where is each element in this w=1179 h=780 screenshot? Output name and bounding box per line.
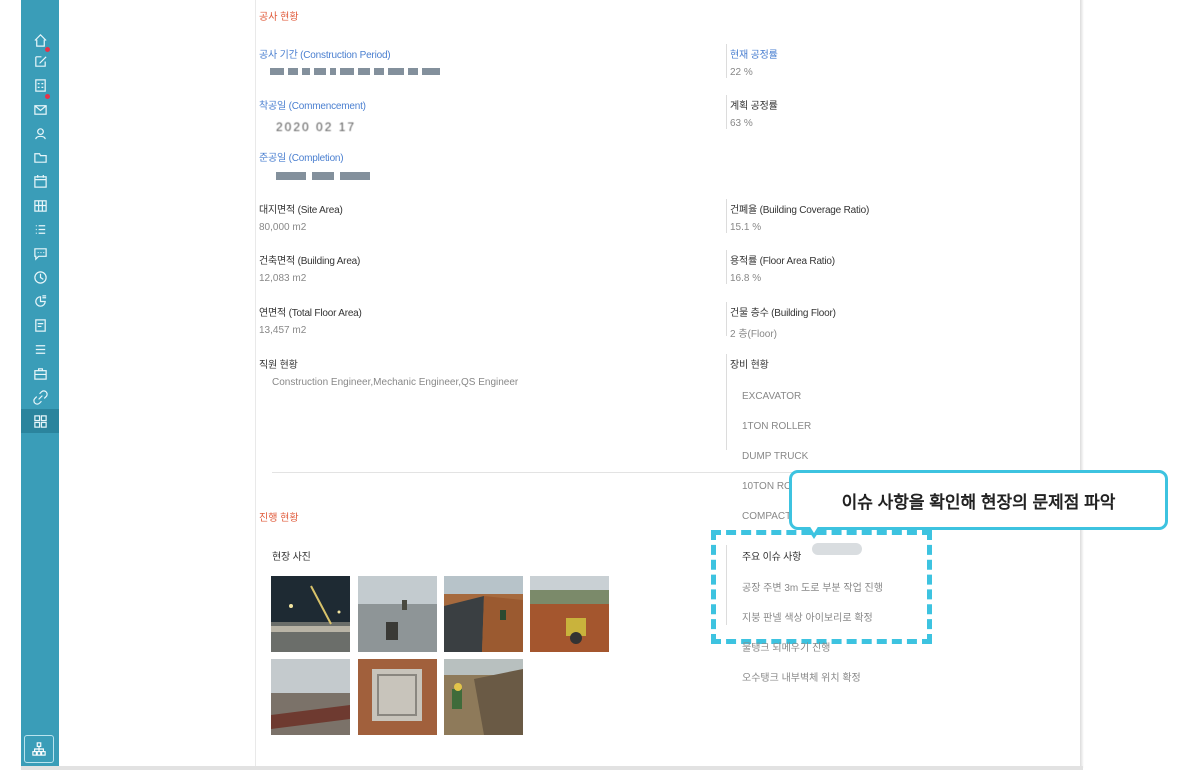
callout-tail [809, 525, 819, 533]
sidebar [21, 0, 59, 768]
column-divider [726, 354, 727, 450]
clock-icon[interactable] [21, 267, 59, 287]
staff-label: 직원 현황 [259, 360, 298, 371]
site-area-value: 80,000 m2 [259, 222, 307, 233]
progress-status-title: 진행 현황 [259, 513, 299, 524]
briefcase-icon[interactable] [21, 363, 59, 383]
coverage-value: 15.1 % [730, 222, 762, 233]
site-photo[interactable] [271, 659, 350, 735]
building-area-label: 건축면적 (Building Area) [259, 256, 361, 267]
blurred-badge [812, 543, 862, 555]
org-chart-icon[interactable] [24, 735, 54, 763]
panel-divider [255, 0, 256, 768]
site-photos-label: 현장 사진 [272, 552, 311, 563]
main-panel [59, 0, 1080, 768]
equipment-label: 장비 현황 [730, 360, 769, 371]
planned-progress-value: 63 % [730, 118, 753, 129]
column-divider [726, 302, 727, 336]
current-progress-label: 현재 공정률 [730, 50, 778, 61]
equipment-item: DUMP TRUCK [742, 451, 809, 462]
panel-shadow [1080, 0, 1084, 768]
site-photo[interactable] [358, 659, 437, 735]
column-divider [726, 545, 727, 625]
blurred-value [270, 68, 440, 75]
site-photo[interactable] [530, 576, 609, 652]
issue-item: 지붕 판넬 색상 아이보리로 확정 [742, 613, 873, 624]
grid-calendar-icon[interactable] [21, 195, 59, 215]
building-area-value: 12,083 m2 [259, 273, 307, 284]
edit-icon[interactable] [21, 51, 59, 71]
coverage-label: 건폐율 (Building Coverage Ratio) [730, 205, 870, 216]
total-floor-value: 13,457 m2 [259, 325, 307, 336]
floors-label: 건물 층수 (Building Floor) [730, 308, 836, 319]
blurred-value [276, 172, 370, 180]
equipment-item: 1TON ROLLER [742, 421, 812, 432]
link-icon[interactable] [21, 387, 59, 407]
notification-dot [45, 94, 50, 99]
completion-label: 준공일 (Completion) [259, 153, 344, 164]
dashboard-icon[interactable] [21, 409, 59, 433]
callout-text: 이슈 사항을 확인해 현장의 문제점 파악 [841, 492, 1116, 512]
column-divider [726, 199, 727, 233]
planned-progress-label: 계획 공정률 [730, 101, 778, 112]
notification-dot [45, 47, 50, 52]
stack-icon[interactable] [21, 339, 59, 359]
staff-value: Construction Engineer,Mechanic Engineer,… [272, 377, 519, 388]
period-label: 공사 기간 (Construction Period) [259, 50, 391, 61]
list-icon[interactable] [21, 219, 59, 239]
chart-icon[interactable] [21, 291, 59, 311]
equipment-item: EXCAVATOR [742, 391, 802, 402]
site-area-label: 대지면적 (Site Area) [259, 205, 343, 216]
construction-status-title: 공사 현황 [259, 12, 299, 23]
commencement-value: 2020 02 17 [276, 120, 357, 134]
issues-list: 공장 주변 3m 도로 부분 작업 진행 지붕 판넬 색상 아이보리로 확정 물… [742, 566, 883, 701]
issue-item: 물탱크 되메우기 진행 [742, 643, 831, 654]
issue-item: 오수탱크 내부벽체 위치 확정 [742, 673, 861, 684]
mail-icon[interactable] [21, 99, 59, 119]
floors-value: 2 층(Floor) [730, 329, 777, 340]
user-icon[interactable] [21, 123, 59, 143]
column-divider [726, 44, 727, 78]
current-progress-value: 22 % [730, 67, 753, 78]
site-photo[interactable] [444, 576, 523, 652]
home-icon[interactable] [21, 30, 59, 50]
site-photo[interactable] [444, 659, 523, 735]
column-divider [726, 250, 727, 284]
site-photo[interactable] [358, 576, 437, 652]
column-divider [726, 95, 727, 129]
list-card-icon[interactable] [21, 75, 59, 95]
far-value: 16.8 % [730, 273, 762, 284]
issues-label: 주요 이슈 사항 [742, 552, 802, 563]
chat-icon[interactable] [21, 243, 59, 263]
callout-bubble: 이슈 사항을 확인해 현장의 문제점 파악 [789, 470, 1168, 530]
far-label: 용적률 (Floor Area Ratio) [730, 256, 835, 267]
calendar-icon[interactable] [21, 171, 59, 191]
document-icon[interactable] [21, 315, 59, 335]
commencement-label: 착공일 (Commencement) [259, 101, 366, 112]
issue-item: 공장 주변 3m 도로 부분 작업 진행 [742, 583, 883, 594]
folder-icon[interactable] [21, 147, 59, 167]
panel-shadow [21, 766, 1083, 770]
site-photo[interactable] [271, 576, 350, 652]
total-floor-label: 연면적 (Total Floor Area) [259, 308, 362, 319]
